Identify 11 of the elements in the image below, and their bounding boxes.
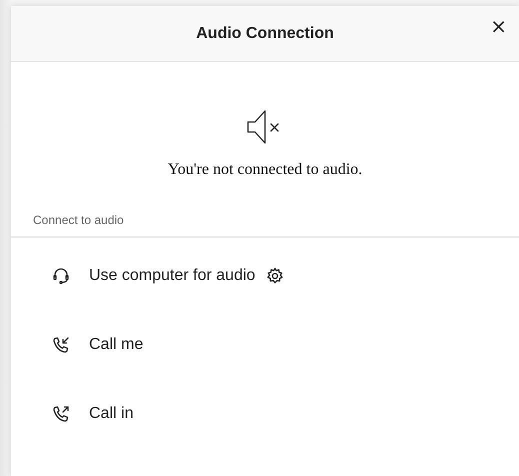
headset-icon [51,266,71,286]
dialog-title: Audio Connection [196,24,334,42]
audio-option[interactable]: Call me [51,333,144,357]
section-label: Connect to audio [32,213,125,227]
audio-option[interactable]: Use computer for audio [51,264,286,288]
close-button[interactable]: × [486,16,511,36]
settings-icon[interactable] [265,266,286,286]
phone-outgoing-icon [51,404,71,424]
audio-option[interactable]: Call in [51,402,134,426]
phone-incoming-icon [51,335,71,355]
status-message: You're not connected to audio. [168,161,362,179]
